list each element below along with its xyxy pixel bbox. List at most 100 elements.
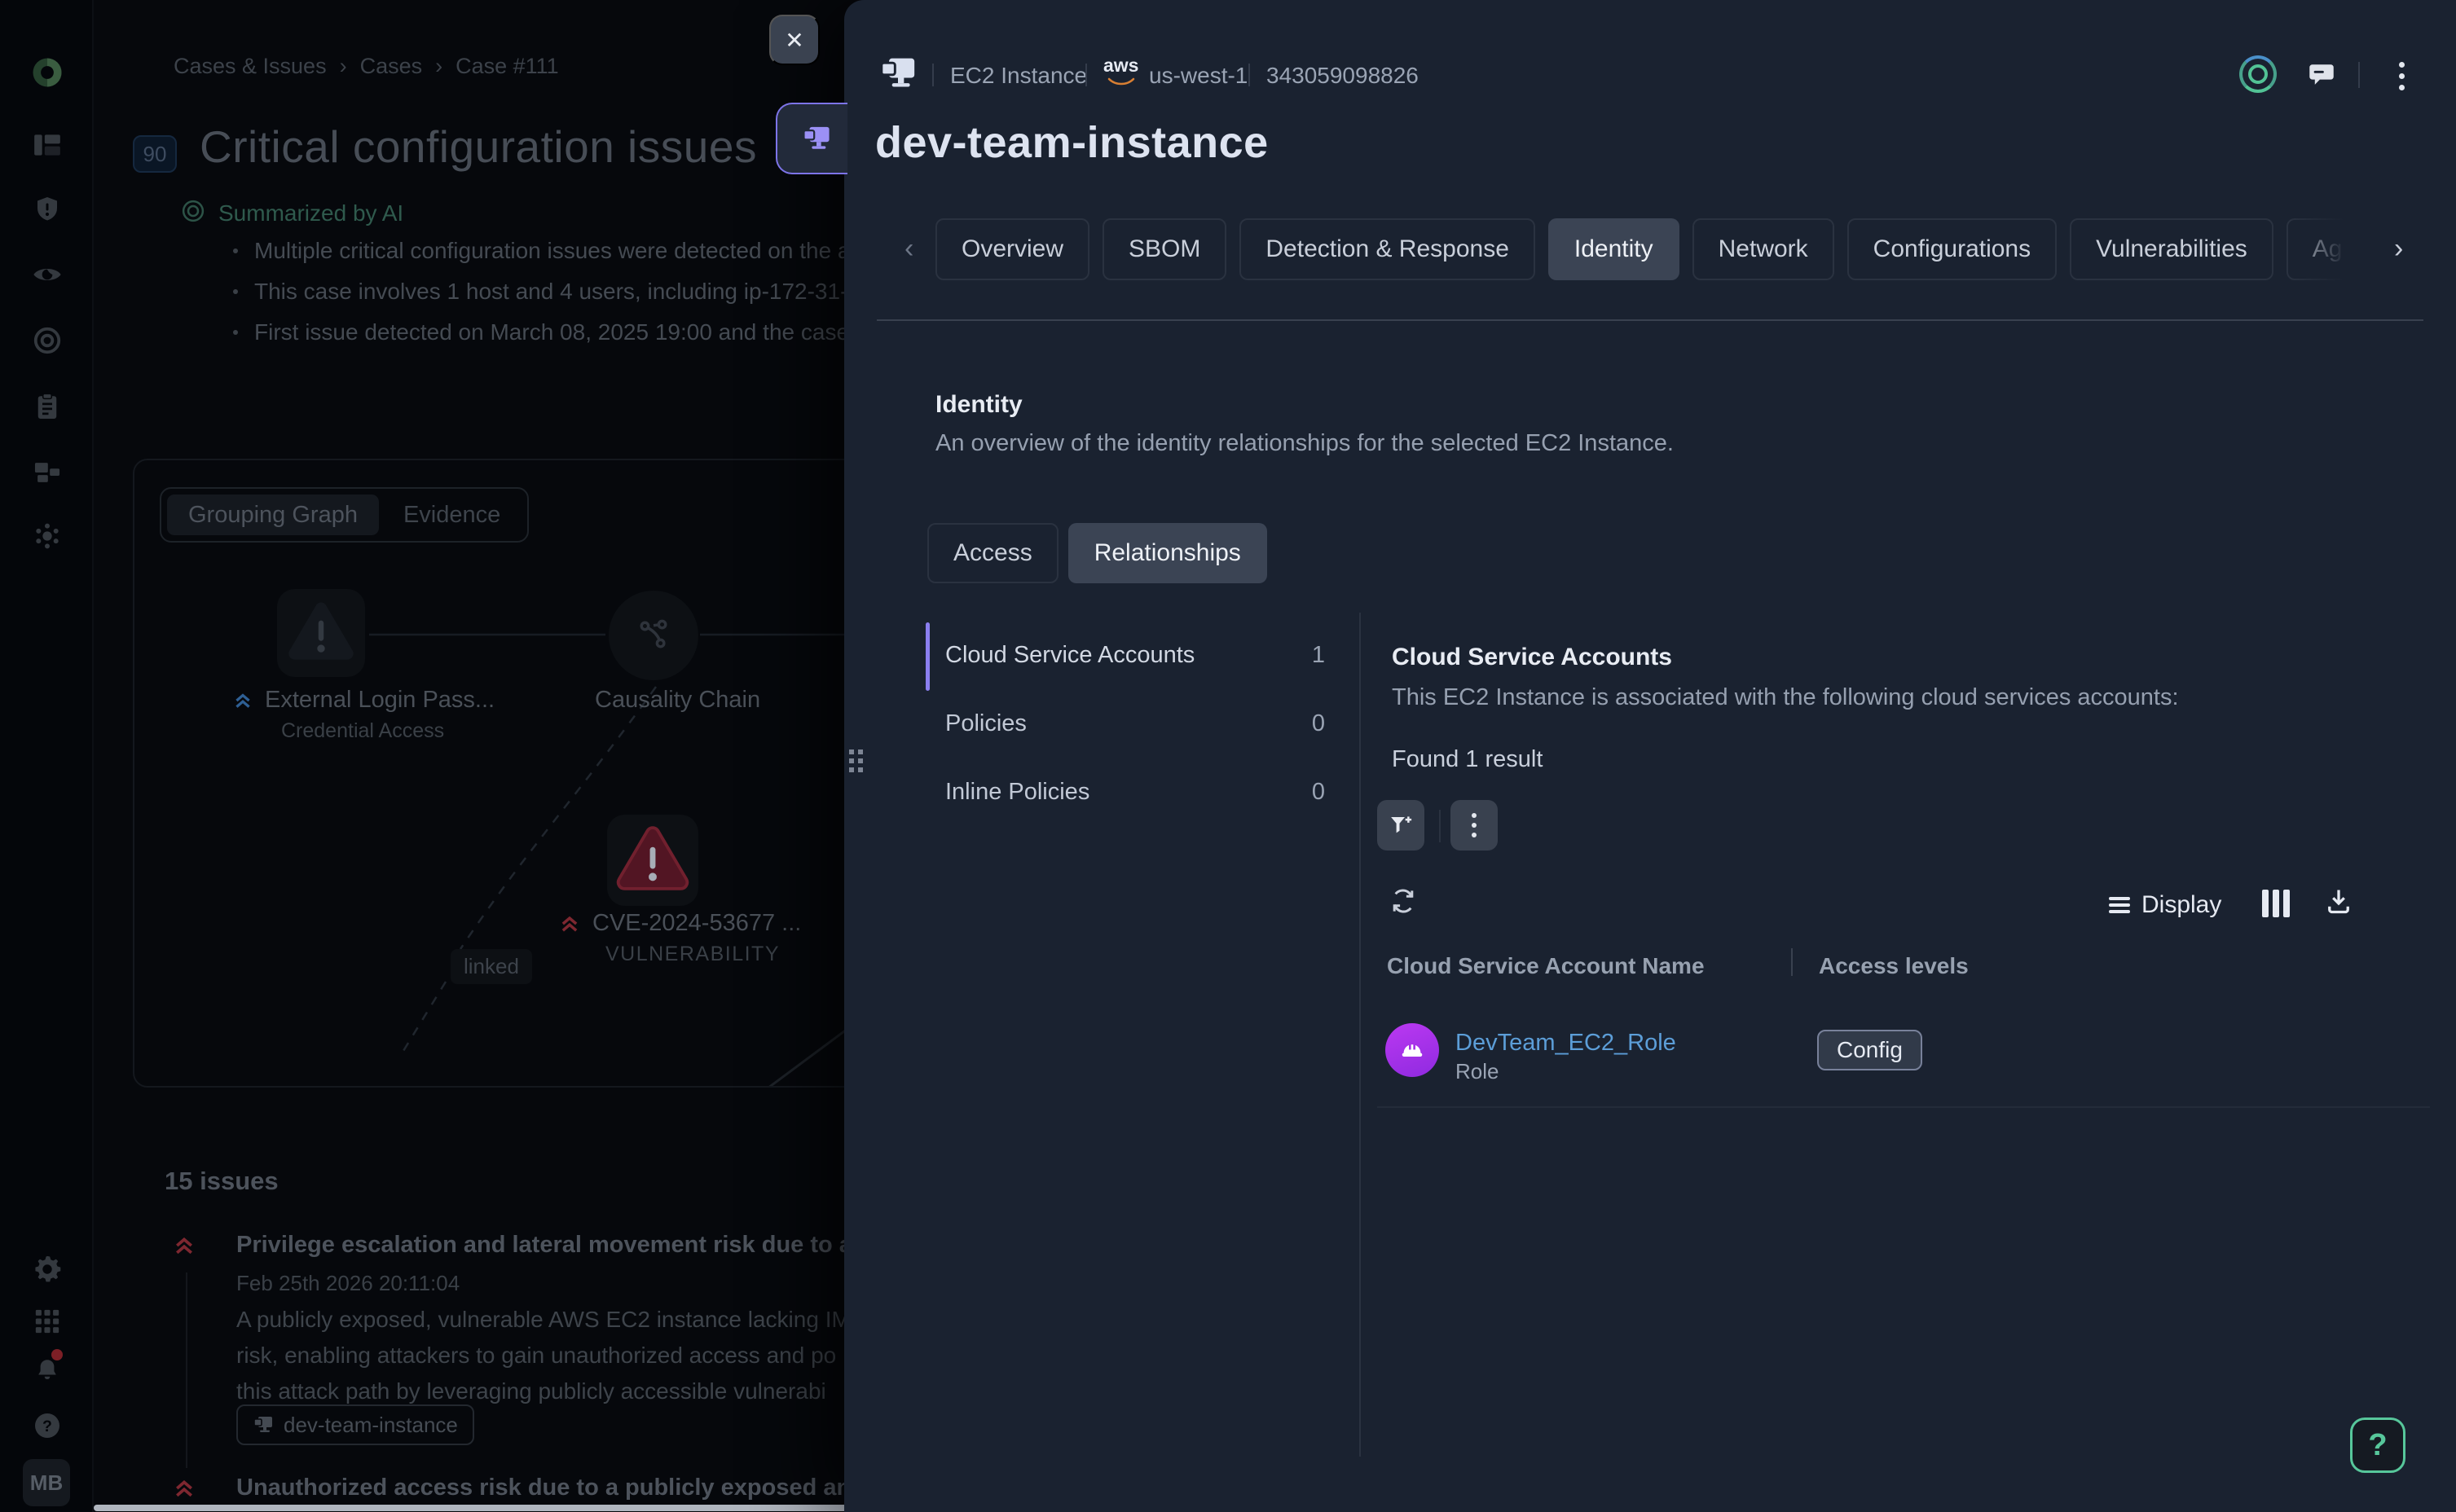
breadcrumb-cases-issues[interactable]: Cases & Issues xyxy=(174,54,327,79)
tabs-divider xyxy=(877,319,2423,321)
tabs-scroll-left-icon[interactable]: ‹ xyxy=(904,233,913,265)
list-item-cloud-service-accounts[interactable]: Cloud Service Accounts 1 xyxy=(945,642,1325,669)
tab-network[interactable]: Network xyxy=(1692,218,1834,280)
results-summary: Found 1 result xyxy=(1392,746,1543,773)
summary-bullet: This case involves 1 host and 4 users, i… xyxy=(233,279,931,305)
columns-button[interactable] xyxy=(2262,890,2290,917)
column-header-name[interactable]: Cloud Service Account Name xyxy=(1387,953,1705,979)
vm-icon xyxy=(878,55,918,95)
tabs-scroll-right-icon[interactable]: › xyxy=(2394,233,2403,265)
breadcrumb: Cases & Issues › Cases › Case #111 xyxy=(174,54,559,79)
issue-node[interactable] xyxy=(277,589,365,677)
help-sidebar-icon[interactable]: ? xyxy=(30,1409,64,1443)
inventory-blocks-icon[interactable] xyxy=(30,455,64,490)
asset-monitor-icon xyxy=(801,125,832,152)
question-icon: ? xyxy=(2368,1428,2387,1463)
cve-node[interactable] xyxy=(607,815,698,906)
toggle-access[interactable]: Access xyxy=(927,523,1059,583)
kebab-menu-icon xyxy=(1472,813,1477,837)
display-button[interactable]: Display xyxy=(2109,891,2221,919)
tab-overview[interactable]: Overview xyxy=(935,218,1089,280)
settings-gear-icon[interactable] xyxy=(30,1252,64,1286)
issue-node-label[interactable]: External Login Pass... xyxy=(232,687,495,714)
row-divider xyxy=(1377,1106,2430,1108)
aws-icon: aws xyxy=(1103,55,1138,90)
tabs-fade xyxy=(2287,215,2392,284)
toggle-relationships[interactable]: Relationships xyxy=(1068,523,1267,583)
breadcrumb-sep-icon: › xyxy=(340,54,347,79)
cve-node-sublabel: VULNERABILITY xyxy=(605,943,780,966)
table-kebab-button[interactable] xyxy=(1450,800,1498,850)
apps-grid-icon[interactable] xyxy=(30,1304,64,1338)
asset-detail-panel: EC2 Instance aws us-west-1 343059098826 … xyxy=(844,0,2456,1512)
tab-sbom[interactable]: SBOM xyxy=(1103,218,1226,280)
issue-title[interactable]: Unauthorized access risk due to a public… xyxy=(236,1475,900,1501)
content-divider xyxy=(1359,613,1361,1457)
refresh-button[interactable] xyxy=(1389,886,1418,920)
tab-vulnerabilities[interactable]: Vulnerabilities xyxy=(2070,218,2273,280)
user-avatar[interactable]: MB xyxy=(23,1459,70,1506)
breadcrumb-case-111: Case #111 xyxy=(456,54,559,79)
issue-thread-line xyxy=(186,1272,187,1468)
tab-detection-response[interactable]: Detection & Response xyxy=(1239,218,1535,280)
issues-heading: 15 issues xyxy=(165,1167,279,1196)
refresh-icon xyxy=(1389,886,1418,916)
severity-critical-icon xyxy=(558,912,581,935)
asset-title: dev-team-instance xyxy=(875,117,1269,168)
severity-critical-icon xyxy=(172,1476,196,1501)
display-list-icon xyxy=(2109,894,2130,916)
close-icon: ✕ xyxy=(785,27,803,54)
header-separator xyxy=(2358,62,2360,88)
shield-alert-icon[interactable] xyxy=(30,192,64,226)
causality-chain-node[interactable] xyxy=(609,591,698,680)
close-panel-button[interactable]: ✕ xyxy=(769,15,820,65)
notification-dot xyxy=(51,1349,63,1360)
horizontal-scrollbar[interactable] xyxy=(94,1505,869,1511)
button-separator xyxy=(1439,810,1441,842)
column-separator[interactable] xyxy=(1791,948,1793,976)
issue-desc-line: risk, enabling attackers to gain unautho… xyxy=(236,1343,836,1369)
column-header-access[interactable]: Access levels xyxy=(1819,953,1969,979)
download-button[interactable] xyxy=(2324,886,2353,920)
filter-add-button[interactable] xyxy=(1377,800,1424,850)
asset-type-label: EC2 Instance xyxy=(950,63,1087,89)
ai-rings-small-icon xyxy=(181,199,205,227)
item-count: 0 xyxy=(1312,710,1325,737)
pinned-asset-tab[interactable] xyxy=(776,103,847,174)
summary-bullet: First issue detected on March 08, 2025 1… xyxy=(233,319,913,345)
asset-tabs: Overview SBOM Detection & Response Ident… xyxy=(935,218,2368,280)
issue-desc-line: A publicly exposed, vulnerable AWS EC2 i… xyxy=(236,1307,851,1333)
list-item-policies[interactable]: Policies 0 xyxy=(945,710,1325,737)
edge-label-linked: linked xyxy=(451,949,532,984)
ai-rings-icon[interactable] xyxy=(2239,55,2277,93)
item-count: 1 xyxy=(1312,642,1325,669)
clipboard-icon[interactable] xyxy=(30,389,64,424)
causality-chain-label[interactable]: Causality Chain xyxy=(595,687,760,714)
tab-identity[interactable]: Identity xyxy=(1548,218,1679,280)
asset-tag-chip[interactable]: dev-team-instance xyxy=(236,1404,474,1445)
panel-resize-handle[interactable] xyxy=(849,749,864,774)
help-button[interactable]: ? xyxy=(2350,1418,2405,1473)
header-separator xyxy=(1085,64,1087,86)
kebab-menu-icon[interactable] xyxy=(2391,59,2413,94)
account-name-link[interactable]: DevTeam_EC2_Role xyxy=(1455,1030,1676,1057)
breadcrumb-cases[interactable]: Cases xyxy=(360,54,423,79)
selected-item-indicator xyxy=(926,622,930,691)
case-title: Critical configuration issues xyxy=(200,121,757,173)
summary-bullet: Multiple critical configuration issues w… xyxy=(233,238,905,264)
tab-configurations[interactable]: Configurations xyxy=(1847,218,2057,280)
orca-logo-icon[interactable] xyxy=(30,55,64,90)
eye-icon[interactable] xyxy=(30,257,64,292)
chat-icon[interactable] xyxy=(2308,62,2335,92)
hardhat-icon xyxy=(1399,1037,1425,1063)
access-level-chip[interactable]: Config xyxy=(1817,1030,1922,1070)
sparkle-cluster-icon[interactable] xyxy=(30,519,64,553)
list-item-inline-policies[interactable]: Inline Policies 0 xyxy=(945,779,1325,806)
issue-title[interactable]: Privilege escalation and lateral movemen… xyxy=(236,1232,902,1259)
dashboard-icon[interactable] xyxy=(30,128,64,162)
target-icon[interactable] xyxy=(30,323,64,358)
cve-node-label[interactable]: CVE-2024-53677 ... xyxy=(558,910,801,937)
severity-critical-icon xyxy=(172,1233,196,1258)
detail-title: Cloud Service Accounts xyxy=(1392,644,1672,671)
download-icon xyxy=(2324,886,2353,916)
